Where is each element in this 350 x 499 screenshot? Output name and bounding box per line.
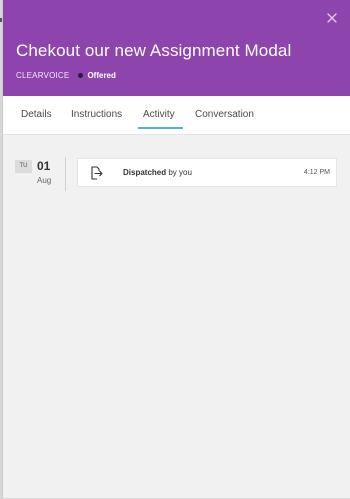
modal-subtitle-row: CLEARVOICE Offered xyxy=(16,71,116,80)
timeline-divider xyxy=(65,157,66,191)
assignment-modal: Chekout our new Assignment Modal CLEARVO… xyxy=(2,0,350,498)
day-number: 01 xyxy=(37,159,51,173)
month-label: Aug xyxy=(37,176,52,185)
tab-instructions[interactable]: Instructions xyxy=(71,109,122,120)
activity-entry: Dispatched by you 4:12 PM xyxy=(77,158,337,187)
dispatch-icon xyxy=(88,165,104,181)
activity-time: 4:12 PM xyxy=(303,169,330,176)
tab-details[interactable]: Details xyxy=(21,109,52,120)
modal-header: Chekout our new Assignment Modal CLEARVO… xyxy=(3,0,350,96)
activity-action: Dispatched xyxy=(123,168,167,177)
close-button[interactable] xyxy=(324,10,340,26)
status-label: Offered xyxy=(87,71,116,80)
activity-description: Dispatched by you xyxy=(123,168,192,177)
tab-activity[interactable]: Activity xyxy=(143,109,175,120)
close-icon xyxy=(327,13,337,23)
day-abbreviation-badge: TU xyxy=(15,160,32,173)
status-dot-icon xyxy=(78,73,84,78)
active-tab-indicator xyxy=(138,127,183,129)
tab-bar: Details Instructions Activity Conversati… xyxy=(3,96,350,135)
activity-actor: by you xyxy=(168,168,192,177)
status-badge: Offered xyxy=(78,71,116,80)
company-name: CLEARVOICE xyxy=(16,71,70,80)
tab-conversation[interactable]: Conversation xyxy=(195,109,254,120)
modal-title: Chekout our new Assignment Modal xyxy=(16,41,292,60)
